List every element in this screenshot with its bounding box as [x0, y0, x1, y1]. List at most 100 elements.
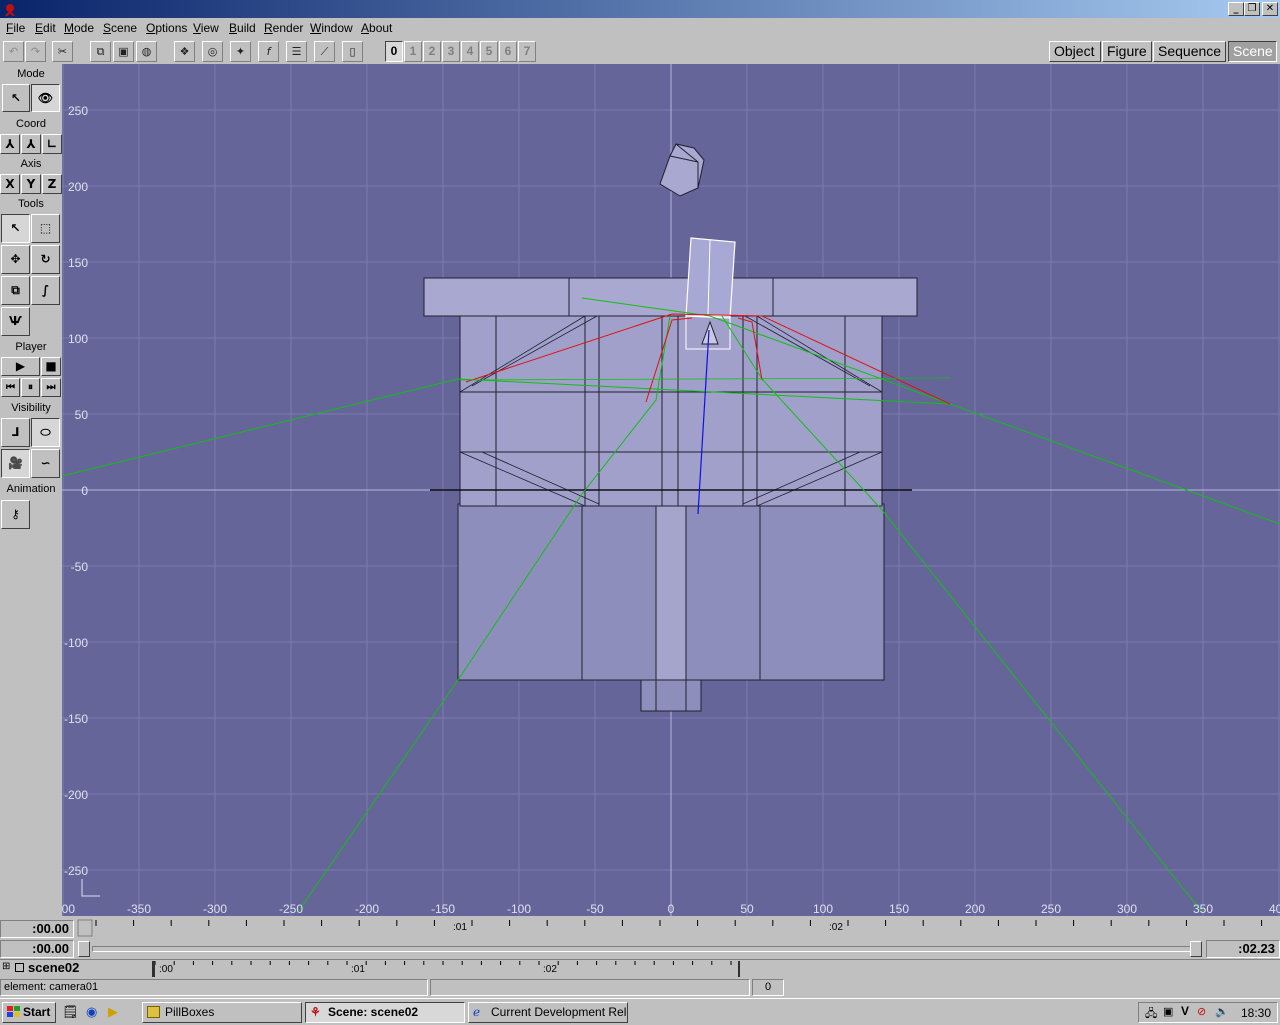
menu-about[interactable]: About [361, 21, 392, 35]
path-visibility-icon[interactable]: ∽ [31, 449, 60, 478]
folder-icon [147, 1006, 160, 1018]
menu-build[interactable]: Build [229, 21, 256, 35]
level-6[interactable]: 6 [499, 41, 517, 62]
axes-visibility-icon[interactable]: ⅃ [1, 418, 30, 447]
view-mode-eye-icon[interactable]: 👁 [31, 84, 60, 112]
level-1[interactable]: 1 [404, 41, 422, 62]
select-mode-icon[interactable]: ↖ [2, 84, 30, 112]
skeleton-tool-icon[interactable]: Ѱ [1, 307, 30, 336]
cut-icon[interactable]: ✂ [52, 41, 73, 62]
stop-icon[interactable]: ■ [41, 357, 61, 376]
redo-icon[interactable]: ↷ [25, 41, 46, 62]
scene-viewport[interactable]: 250200150100500-50-100-150-200-250 -400-… [62, 64, 1280, 916]
pillbox-model[interactable] [423, 277, 918, 712]
sphere-icon[interactable]: ◍ [136, 41, 157, 62]
play-icon[interactable]: ▶ [1, 357, 40, 376]
fast-forward-icon[interactable]: ⏭ [41, 378, 61, 397]
menu-scene[interactable]: Scene [103, 21, 137, 35]
mode-scene-button[interactable]: Scene [1228, 41, 1277, 62]
x-tick-label: 350 [1193, 902, 1213, 916]
menu-window[interactable]: Window [310, 21, 353, 35]
ruler-icon[interactable]: ▯ [342, 41, 363, 62]
coord-local-icon[interactable]: ⅄ [21, 134, 41, 154]
rotate-tool-icon[interactable]: ↻ [31, 245, 60, 274]
x-tick-label: 50 [740, 902, 754, 916]
coord-world-icon[interactable]: ⅄ [0, 134, 20, 154]
mode-figure-button[interactable]: Figure [1102, 41, 1152, 62]
level-3[interactable]: 3 [442, 41, 460, 62]
menu-edit[interactable]: Edit [35, 21, 56, 35]
level-4[interactable]: 4 [461, 41, 479, 62]
x-tick-label: 400 [1269, 902, 1280, 916]
light-icon[interactable]: ✦ [230, 41, 251, 62]
axis-z-button[interactable]: Z [42, 174, 62, 194]
tray-display-icon[interactable]: ▣ [1163, 1005, 1173, 1018]
system-tray: 🖧 ▣ V ⊘ 🔈 18:30 [1138, 1002, 1278, 1023]
axis-x-button[interactable]: X [0, 174, 20, 194]
task-scene[interactable]: ⚘ Scene: scene02 [305, 1002, 465, 1023]
track-name[interactable]: scene02 [28, 960, 79, 975]
level-2[interactable]: 2 [423, 41, 441, 62]
tray-network-icon[interactable]: 🖧 [1145, 1005, 1157, 1024]
move-tool-icon[interactable]: ✥ [1, 245, 30, 274]
function-icon[interactable]: f [258, 41, 279, 62]
level-5[interactable]: 5 [480, 41, 498, 62]
axis-y-button[interactable]: Y [21, 174, 41, 194]
mode-object-button[interactable]: Object [1049, 41, 1101, 62]
minimize-button[interactable]: _ [1228, 2, 1244, 16]
task-pillboxes[interactable]: PillBoxes [142, 1002, 302, 1023]
time-ruler[interactable]: :01 :02 [76, 918, 1280, 938]
marquee-tool-icon[interactable]: ⬚ [31, 214, 60, 243]
start-button[interactable]: Start [2, 1002, 56, 1023]
viewport-canvas[interactable]: 250200150100500-50-100-150-200-250 -400-… [62, 64, 1280, 916]
graph-icon[interactable]: ⟋ [314, 41, 335, 62]
y-tick-label: -200 [64, 788, 88, 802]
menu-file[interactable]: File [6, 21, 25, 35]
camera-visibility-icon[interactable]: 🎥 [1, 449, 30, 478]
tray-antivirus-icon[interactable]: V [1181, 1004, 1189, 1018]
copy-icon[interactable]: ⧉ [90, 41, 111, 62]
undo-icon[interactable]: ↶ [3, 41, 24, 62]
light-object[interactable] [659, 143, 705, 197]
track-checkbox[interactable] [15, 963, 24, 972]
task-development[interactable]: ℯ Current Development Rele... [468, 1002, 628, 1023]
time-slider-start-thumb[interactable] [78, 941, 90, 957]
menu-render[interactable]: Render [264, 21, 303, 35]
track-expand-icon[interactable]: ⊞ [2, 961, 10, 972]
current-time-field[interactable]: :00.00 [0, 920, 74, 938]
x-ruler-labels: -400 -350 -300 -250 -200 -150 -100 -50 0 50 100 150… [62, 902, 1280, 916]
coord-screen-icon[interactable]: ∟ [42, 134, 62, 154]
keyframe-icon[interactable]: ⚷ [1, 500, 30, 529]
menu-mode[interactable]: Mode [64, 21, 94, 35]
close-button[interactable]: ✕ [1262, 2, 1278, 16]
time-slider-end-thumb[interactable] [1190, 941, 1202, 957]
level-7[interactable]: 7 [518, 41, 536, 62]
tray-security-icon[interactable]: ⊘ [1197, 1005, 1206, 1018]
scale-tool-icon[interactable]: ⧉ [1, 276, 30, 305]
x-tick-label: -250 [279, 902, 303, 916]
tray-volume-icon[interactable]: 🔈 [1215, 1005, 1229, 1018]
track-bar[interactable]: :00 :01 :02 [152, 961, 740, 977]
level-0[interactable]: 0 [385, 41, 403, 62]
range-start-field[interactable]: :00.00 [0, 940, 74, 958]
group-icon[interactable]: ❖ [174, 41, 195, 62]
range-end-field[interactable]: :02.23 [1206, 940, 1280, 958]
menu-options[interactable]: Options [146, 21, 187, 35]
menu-view[interactable]: View [193, 21, 219, 35]
list-icon[interactable]: ☰ [286, 41, 307, 62]
curve-tool-icon[interactable]: ∫ [31, 276, 60, 305]
restore-button[interactable]: ❐ [1244, 2, 1260, 16]
rotate-view-icon[interactable]: ◎ [202, 41, 223, 62]
mode-sequence-button[interactable]: Sequence [1153, 41, 1226, 62]
quicklaunch-media-icon[interactable]: ▶ [108, 1004, 118, 1020]
track-mark-1: :01 [351, 964, 365, 975]
pointer-tool-icon[interactable]: ↖ [1, 214, 30, 243]
paste-icon[interactable]: ▣ [113, 41, 134, 62]
rewind-icon[interactable]: ⏮ [1, 378, 20, 397]
object-visibility-icon[interactable]: ⬭ [31, 418, 60, 447]
pause-icon[interactable]: ⏸ [21, 378, 40, 397]
time-slider[interactable] [76, 940, 1206, 958]
time-mark-2: :02 [829, 922, 843, 933]
quicklaunch-desktop-icon[interactable]: 🗒 [62, 1004, 79, 1020]
quicklaunch-browser-icon[interactable]: ◉ [86, 1004, 97, 1020]
